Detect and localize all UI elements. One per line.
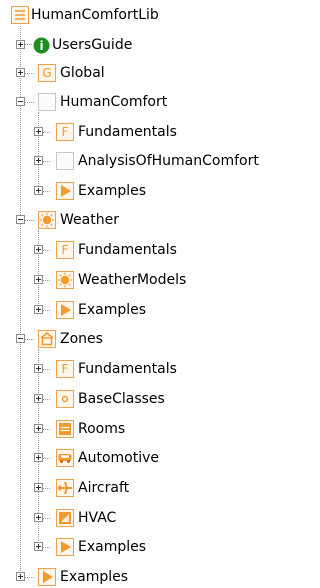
tree-item-fundamentals[interactable]: F Fundamentals — [0, 358, 289, 380]
car-icon — [56, 449, 74, 467]
tree-item-label: WeatherModels — [78, 272, 187, 288]
collapse-toggle[interactable] — [16, 215, 25, 224]
tree-item-label: HumanComfort — [60, 94, 168, 110]
expand-toggle[interactable] — [34, 483, 43, 492]
tree-item-examples[interactable]: Examples — [0, 536, 289, 558]
library-icon — [11, 6, 29, 24]
tree-item-aircraft[interactable]: Aircraft — [0, 477, 289, 499]
tree-item-examples[interactable]: Examples — [0, 299, 289, 321]
expand-toggle[interactable] — [34, 364, 43, 373]
tree-item-label: Weather — [60, 212, 119, 228]
tree-item-automotive[interactable]: Automotive — [0, 447, 289, 469]
expand-toggle[interactable] — [34, 186, 43, 195]
tree-item-label: Automotive — [78, 450, 159, 466]
expand-toggle[interactable] — [16, 68, 25, 77]
fundamentals-f-icon: F — [56, 241, 74, 259]
hvac-icon — [56, 509, 74, 527]
expand-toggle[interactable] — [34, 127, 43, 136]
tree-item-label: Fundamentals — [78, 361, 177, 377]
tree-item-label: UsersGuide — [52, 37, 133, 53]
sun-icon — [56, 271, 74, 289]
tree-item-label: Fundamentals — [78, 242, 177, 258]
tree-item-usersguide[interactable]: i UsersGuide — [0, 34, 289, 56]
tree-item-label: Rooms — [78, 421, 126, 437]
expand-toggle[interactable] — [34, 156, 43, 165]
package-g-icon: G — [38, 64, 56, 82]
tree-item-humancomfort[interactable]: HumanComfort — [0, 91, 289, 113]
tree-item-label: Examples — [78, 539, 147, 555]
examples-play-icon — [56, 538, 74, 556]
expand-toggle[interactable] — [16, 40, 25, 49]
tree-item-baseclasses[interactable]: BaseClasses — [0, 388, 289, 410]
collapse-toggle[interactable] — [16, 334, 25, 343]
fundamentals-f-icon: F — [56, 360, 74, 378]
tree-item-examples[interactable]: Examples — [0, 566, 289, 588]
base-classes-icon — [56, 390, 74, 408]
expand-toggle[interactable] — [34, 542, 43, 551]
tree-item-label: HumanComfortLib — [31, 7, 159, 23]
package-browser-tree: HumanComfortLib i UsersGuide G Global Hu… — [0, 0, 289, 588]
tree-item-examples[interactable]: Examples — [0, 180, 289, 202]
tree-item-label: Examples — [78, 183, 147, 199]
expand-toggle[interactable] — [34, 305, 43, 314]
examples-play-icon — [56, 182, 74, 200]
tree-item-label: Global — [60, 65, 105, 81]
examples-play-icon — [56, 301, 74, 319]
expand-toggle[interactable] — [34, 513, 43, 522]
tree-item-analysisofhumancomfort[interactable]: AnalysisOfHumanComfort — [0, 150, 289, 172]
expand-toggle[interactable] — [34, 424, 43, 433]
airplane-icon — [56, 479, 74, 497]
expand-toggle[interactable] — [34, 245, 43, 254]
rooms-icon — [56, 420, 74, 438]
tree-item-label: Examples — [60, 569, 129, 585]
tree-item-label: Zones — [60, 331, 103, 347]
tree-item-fundamentals[interactable]: F Fundamentals — [0, 121, 289, 143]
expand-toggle[interactable] — [34, 394, 43, 403]
tree-item-fundamentals[interactable]: F Fundamentals — [0, 239, 289, 261]
tree-item-label: BaseClasses — [78, 391, 165, 407]
tree-item-weather[interactable]: Weather — [0, 209, 289, 231]
tree-item-zones[interactable]: Zones — [0, 328, 289, 350]
tree-item-humancomfortlib[interactable]: HumanComfortLib — [0, 4, 289, 26]
tree-item-hvac[interactable]: HVAC — [0, 507, 289, 529]
expand-toggle[interactable] — [16, 572, 25, 581]
fundamentals-f-icon: F — [56, 123, 74, 141]
expand-toggle[interactable] — [34, 453, 43, 462]
tree-item-rooms[interactable]: Rooms — [0, 418, 289, 440]
collapse-toggle[interactable] — [16, 97, 25, 106]
examples-play-icon — [38, 568, 56, 586]
tree-item-label: HVAC — [78, 510, 117, 526]
tree-item-label: Examples — [78, 302, 147, 318]
tree-item-label: Fundamentals — [78, 124, 177, 140]
expand-toggle[interactable] — [34, 275, 43, 284]
package-icon — [56, 152, 74, 170]
house-icon — [38, 330, 56, 348]
package-icon — [38, 93, 56, 111]
info-icon: i — [32, 36, 50, 54]
tree-item-weathermodels[interactable]: WeatherModels — [0, 269, 289, 291]
tree-item-label: Aircraft — [78, 480, 130, 496]
tree-item-global[interactable]: G Global — [0, 62, 289, 84]
tree-item-label: AnalysisOfHumanComfort — [78, 153, 259, 169]
sun-icon — [38, 211, 56, 229]
svg-text:i: i — [39, 39, 43, 53]
